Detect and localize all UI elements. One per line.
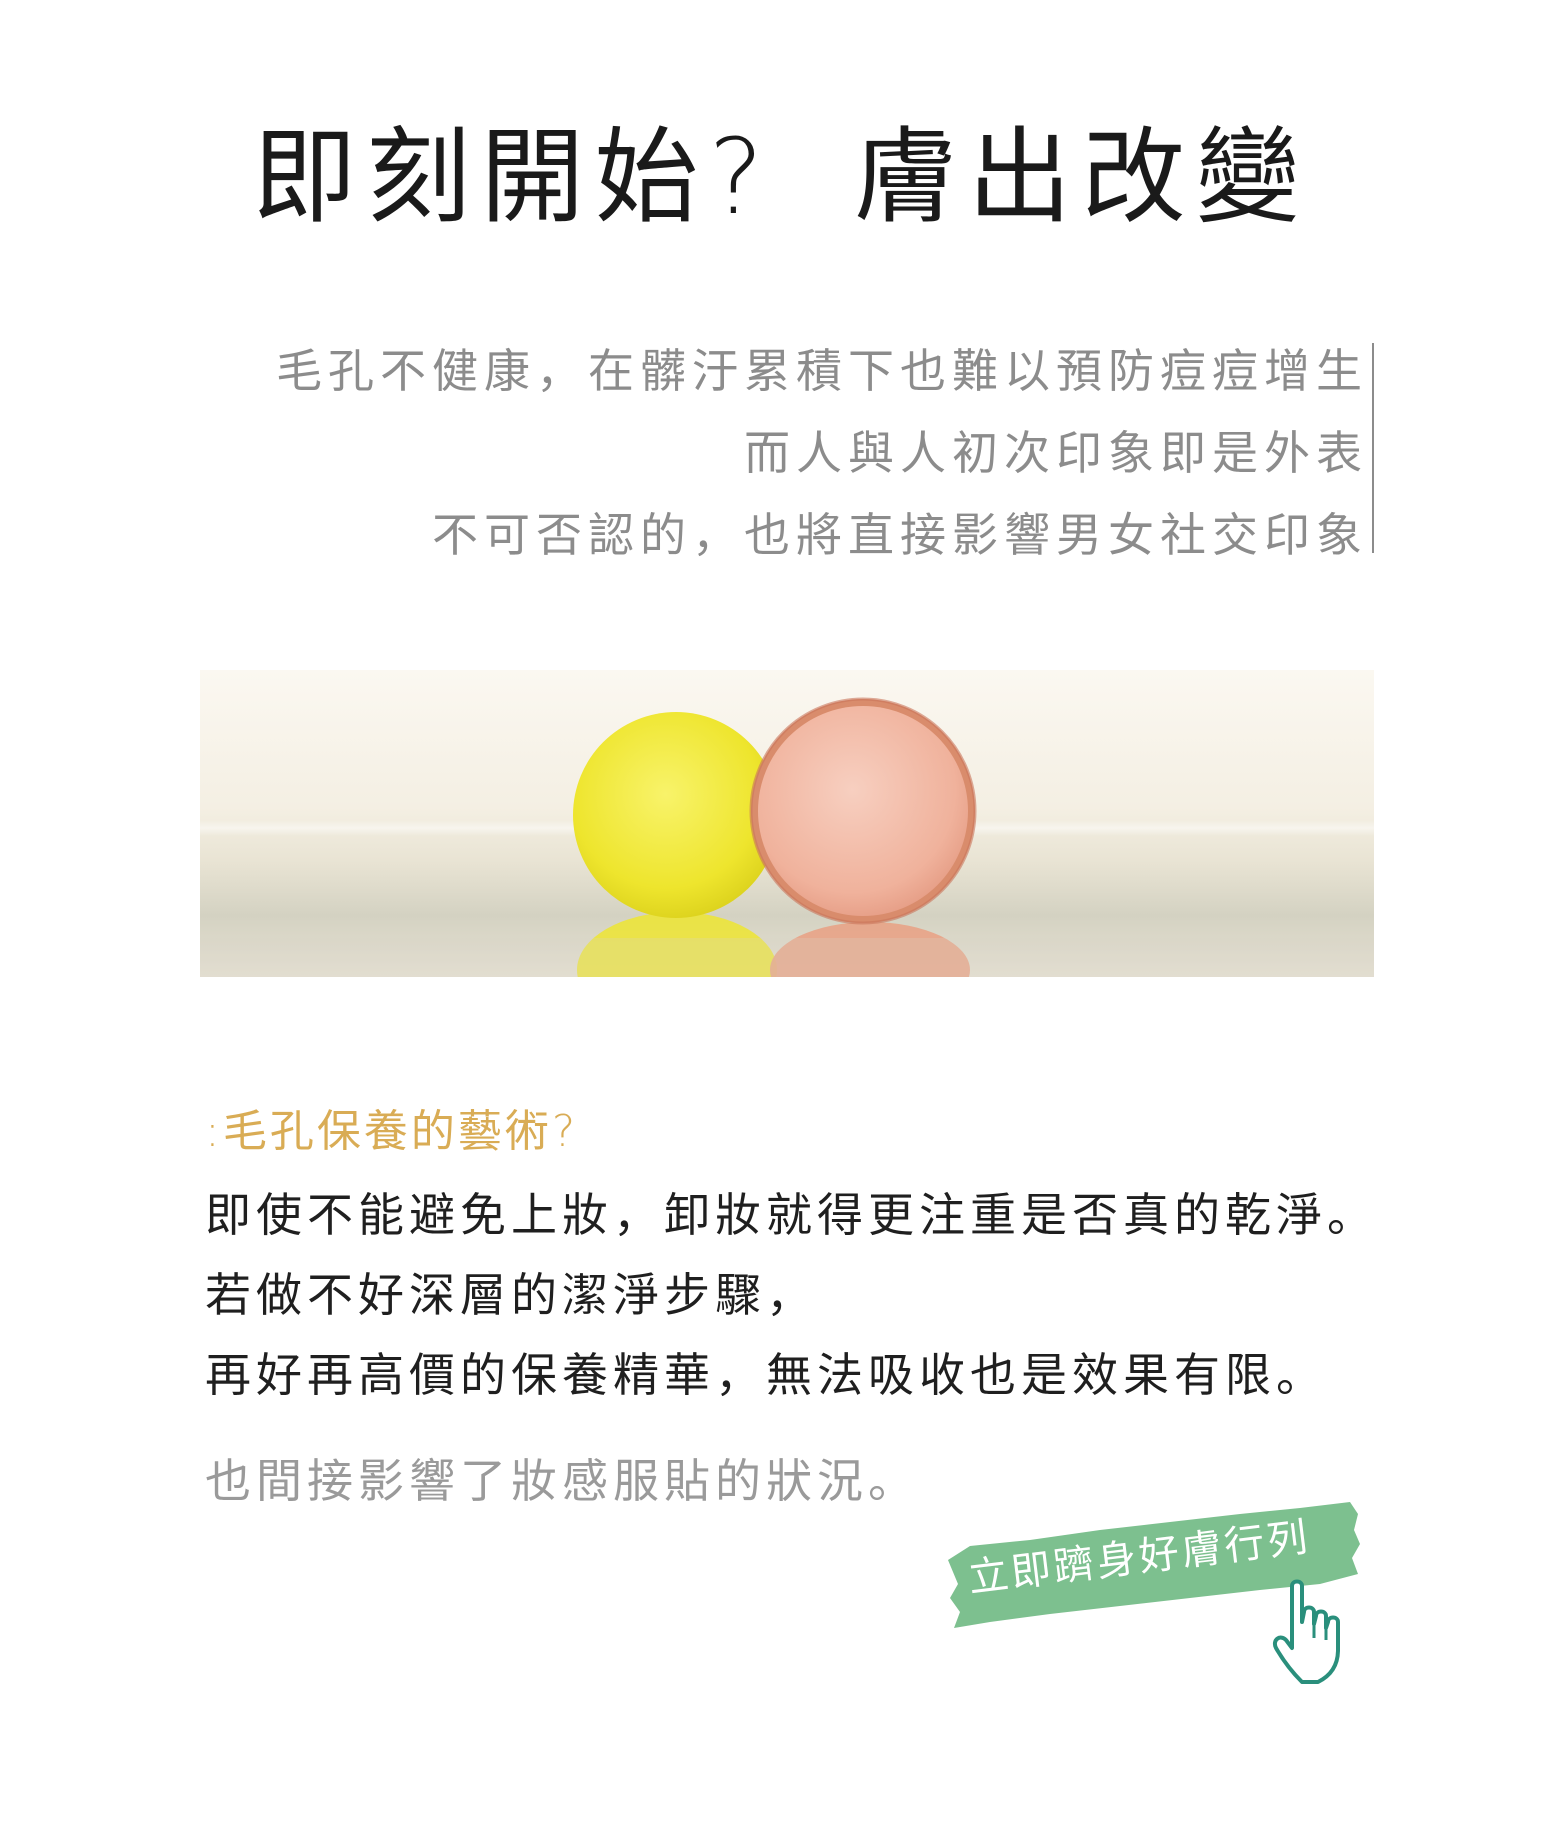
intro-line: 不可否認的，也將直接影響男女社交印象 [432, 508, 1368, 562]
hero-image [200, 670, 1374, 977]
pointer-hand-icon [1273, 1579, 1340, 1684]
intro-line: 毛孔不健康，在髒汙累積下也難以預防痘痘增生 [276, 344, 1368, 398]
intro-divider [1372, 343, 1374, 553]
section-body: 即使不能避免上妝，卸妝就得更注重是否真的乾淨。 若做不好深層的潔淨步驟， 再好再… [205, 1175, 1378, 1415]
intro-line: 而人與人初次印象即是外表 [744, 426, 1368, 480]
section-note: 也間接影響了妝感服貼的狀況。 [205, 1454, 919, 1508]
body-line: 即使不能避免上妝，卸妝就得更注重是否真的乾淨。 [205, 1188, 1378, 1242]
intro-paragraph: 毛孔不健康，在髒汙累積下也難以預防痘痘增生 而人與人初次印象即是外表 不可否認的… [276, 330, 1368, 576]
body-line: 再好再高價的保養精華，無法吸收也是效果有限。 [205, 1348, 1327, 1402]
soap-bars-photo-icon [200, 697, 1374, 977]
title-part-1: 即刻開始? [252, 116, 774, 238]
title-part-2: 膚出改變 [853, 116, 1310, 238]
body-line: 若做不好深層的潔淨步驟， [205, 1268, 817, 1322]
join-now-button[interactable]: 立即躋身好膚行列 [940, 1500, 1380, 1700]
section-title: :毛孔保養的藝術? [205, 1106, 579, 1157]
pink-soap [758, 706, 968, 916]
yellow-soap [573, 712, 779, 918]
page-title: 即刻開始? 膚出改變 [0, 120, 1562, 234]
